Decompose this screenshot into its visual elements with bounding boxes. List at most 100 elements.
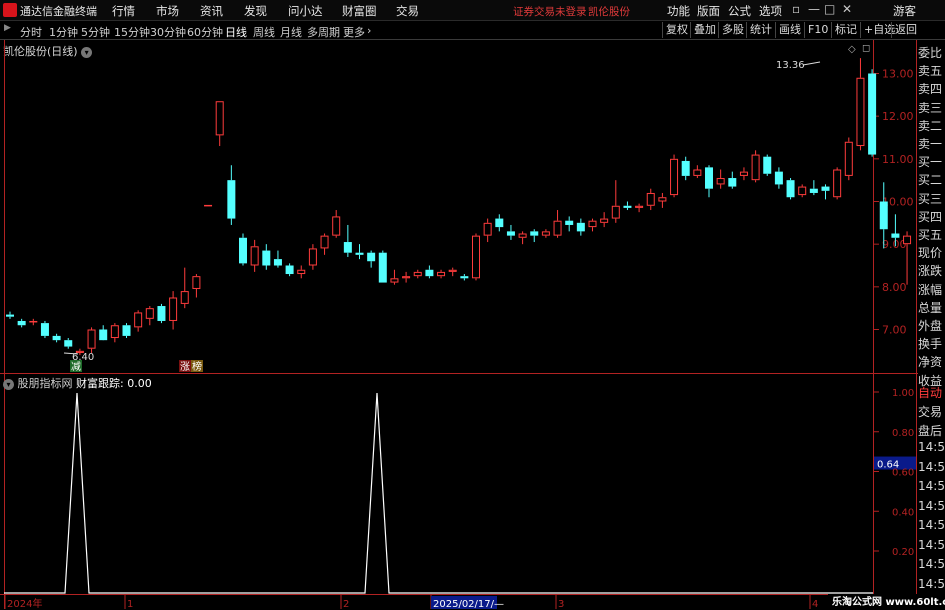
indicator-name[interactable]: 股朋指标网 — [18, 377, 73, 390]
candle[interactable] — [658, 192, 667, 208]
menu-news[interactable]: 资讯 — [200, 3, 223, 19]
chevron-right-icon[interactable]: › — [367, 24, 371, 37]
candle[interactable] — [530, 229, 539, 243]
candle[interactable] — [868, 69, 877, 157]
candle[interactable] — [693, 165, 702, 179]
period-intraday[interactable]: 分时 — [20, 24, 42, 40]
candle[interactable] — [553, 210, 562, 238]
candle[interactable] — [600, 212, 609, 228]
candle[interactable] — [786, 178, 795, 200]
close-icon[interactable]: ✕ — [842, 2, 852, 16]
period-15min[interactable]: 15分钟 — [114, 24, 150, 40]
candle[interactable] — [483, 218, 492, 243]
button-stats[interactable]: 统计 — [746, 22, 772, 38]
candle[interactable] — [495, 214, 504, 232]
candle[interactable] — [798, 184, 807, 198]
candle[interactable] — [29, 318, 38, 326]
candle[interactable] — [437, 269, 446, 279]
candle[interactable] — [402, 271, 411, 283]
candle[interactable] — [588, 218, 597, 232]
period-60min[interactable]: 60分钟 — [187, 24, 223, 40]
candle[interactable] — [728, 171, 737, 189]
maximize-icon[interactable]: □ — [824, 2, 835, 16]
period-1min[interactable]: 1分钟 — [49, 24, 78, 40]
button-overlay[interactable]: 叠加 — [690, 22, 716, 38]
button-draw[interactable]: 画线 — [775, 22, 801, 38]
kline-chart[interactable]: 13.00 12.00 11.00 1 0.00 9.00 8.00 7.00 1.00 0.8… — [0, 40, 918, 609]
candle[interactable] — [378, 250, 387, 283]
candle[interactable] — [134, 310, 143, 332]
candle[interactable] — [40, 320, 49, 339]
candle[interactable] — [215, 101, 224, 147]
menu-discover[interactable]: 发现 — [244, 3, 267, 19]
candle[interactable] — [99, 325, 108, 341]
button-multistock[interactable]: 多股 — [718, 22, 744, 38]
candle[interactable] — [506, 224, 515, 240]
candle[interactable] — [856, 58, 865, 151]
candle[interactable] — [250, 239, 259, 272]
minimize-icon[interactable]: — — [808, 2, 820, 16]
candle[interactable] — [460, 274, 469, 281]
candle[interactable] — [355, 244, 364, 260]
candle[interactable] — [844, 137, 853, 181]
candle[interactable] — [262, 244, 271, 270]
button-mark[interactable]: 标记 — [831, 22, 857, 38]
candle[interactable] — [122, 323, 131, 339]
period-monthly[interactable]: 月线 — [280, 24, 302, 40]
candle[interactable] — [227, 165, 236, 225]
candle[interactable] — [204, 204, 213, 207]
candle[interactable] — [297, 265, 306, 279]
candle[interactable] — [87, 327, 96, 353]
candle[interactable] — [273, 250, 282, 268]
candle[interactable] — [239, 233, 247, 266]
candle[interactable] — [157, 303, 166, 324]
user-guest[interactable]: 游客 — [893, 3, 916, 19]
button-f10[interactable]: F10 — [804, 22, 828, 38]
candle[interactable] — [903, 231, 912, 285]
candle[interactable] — [611, 180, 620, 223]
candle[interactable] — [705, 165, 713, 198]
candle[interactable] — [180, 267, 189, 309]
candle[interactable] — [716, 169, 725, 189]
candle[interactable] — [308, 244, 317, 270]
button-back[interactable]: 返回 — [891, 22, 917, 38]
candle[interactable] — [670, 154, 679, 198]
candle[interactable] — [145, 306, 154, 326]
menu-market[interactable]: 市场 — [156, 3, 179, 19]
chevron-down-icon[interactable]: ▾ — [3, 379, 14, 390]
menu-options[interactable]: 选项 — [759, 3, 782, 19]
button-adjust[interactable]: 复权 — [662, 22, 688, 38]
candle[interactable] — [541, 229, 550, 238]
menu-formula[interactable]: 公式 — [728, 3, 751, 19]
candle[interactable] — [565, 216, 574, 232]
period-daily[interactable]: 日线 — [225, 24, 247, 40]
candle[interactable] — [833, 167, 842, 200]
candle[interactable] — [64, 338, 73, 349]
candle[interactable] — [413, 269, 422, 279]
candle[interactable] — [821, 184, 830, 200]
candle[interactable] — [343, 224, 352, 257]
candle[interactable] — [52, 333, 61, 343]
candle[interactable] — [751, 150, 760, 183]
candle[interactable] — [390, 269, 399, 285]
period-weekly[interactable]: 周线 — [253, 24, 275, 40]
candle[interactable] — [285, 263, 294, 277]
candle[interactable] — [425, 265, 434, 279]
menu-arrow-icon[interactable]: ▶ — [4, 23, 11, 33]
candle[interactable] — [6, 311, 14, 319]
candle[interactable] — [332, 210, 341, 238]
candle[interactable] — [472, 233, 480, 281]
candle[interactable] — [192, 274, 201, 298]
skin-icon[interactable]: ▫ — [792, 2, 800, 16]
period-more[interactable]: 更多 — [343, 24, 365, 40]
menu-quotes[interactable]: 行情 — [112, 3, 135, 19]
candle[interactable] — [110, 323, 119, 343]
candle[interactable] — [635, 203, 644, 213]
period-multi[interactable]: 多周期 — [307, 24, 340, 40]
menu-function[interactable]: 功能 — [667, 3, 690, 19]
candle[interactable] — [763, 154, 772, 176]
candle[interactable] — [518, 231, 527, 245]
candle[interactable] — [448, 267, 457, 277]
menu-layout[interactable]: 版面 — [697, 3, 720, 19]
candle[interactable] — [320, 233, 329, 255]
